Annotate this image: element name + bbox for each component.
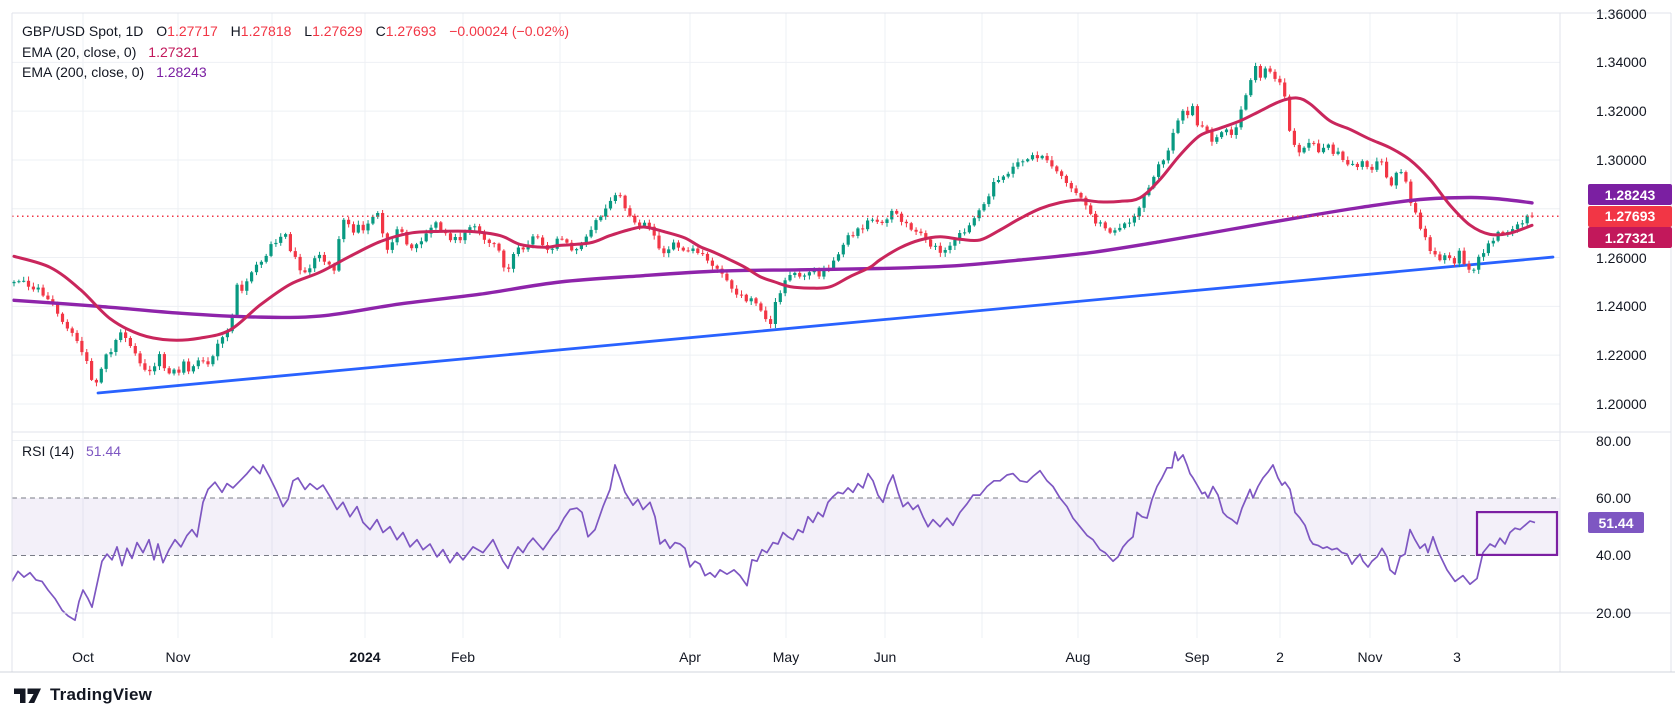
rsi-axis-label: 20.00 — [1596, 604, 1632, 621]
ema20-price-badge: 1.27321 — [1588, 227, 1672, 249]
time-axis-label: Nov — [165, 649, 191, 665]
ema20-line — [12, 96, 1534, 342]
trendline — [96, 255, 1555, 395]
high-value: 1.27818 — [240, 23, 292, 39]
rsi-legend-row[interactable]: RSI (14) 51.44 — [22, 443, 121, 459]
ema200-price-badge: 1.28243 — [1588, 184, 1672, 206]
time-axis-label: May — [772, 649, 800, 665]
time-axis-label: Feb — [450, 649, 476, 665]
time-axis-label: Jun — [873, 649, 897, 665]
time-axis-label: Sep — [1184, 649, 1210, 665]
footer: TradingView — [14, 672, 152, 718]
open-value: 1.27717 — [167, 23, 218, 39]
ema200-legend-row[interactable]: EMA (200, close, 0) 1.28243 — [22, 62, 569, 83]
change-value: −0.00024 (−0.02%) — [449, 23, 570, 39]
time-axis-label: 2024 — [349, 649, 381, 665]
symbol-legend-row[interactable]: GBP/USD Spot, 1D O1.27717 H1.27818 L1.27… — [22, 21, 569, 42]
tradingview-chart: GBP/USD Spot, 1D O1.27717 H1.27818 L1.27… — [0, 0, 1675, 718]
last-price-badge: 1.27693 — [1588, 205, 1672, 227]
rsi-axis-label: 60.00 — [1596, 490, 1632, 506]
low-label: L — [304, 23, 313, 39]
time-axis-label: Oct — [72, 649, 94, 665]
rsi-value: 51.44 — [86, 443, 122, 459]
ema200-value: 1.28243 — [156, 64, 207, 80]
chart-legend: GBP/USD Spot, 1D O1.27717 H1.27818 L1.27… — [22, 21, 569, 83]
ema20-legend-row[interactable]: EMA (20, close, 0) 1.27321 — [22, 42, 569, 63]
symbol-title: GBP/USD Spot, 1D — [22, 23, 144, 39]
rsi-axis-label: 80.00 — [1596, 432, 1632, 449]
ema20-value: 1.27321 — [148, 43, 199, 60]
rsi-label: RSI (14) — [22, 443, 75, 459]
price-axis-label: 1.20000 — [1596, 395, 1647, 412]
ema200-label: EMA (200, close, 0) — [22, 64, 145, 80]
price-axis-label: 1.22000 — [1596, 347, 1647, 364]
chart-canvas[interactable] — [0, 0, 1675, 718]
rsi-value-badge: 51.44 — [1588, 512, 1644, 534]
tradingview-brand-text[interactable]: TradingView — [50, 685, 152, 705]
price-axis-label: 1.24000 — [1596, 298, 1647, 315]
price-axis-label: 1.36000 — [1596, 5, 1647, 22]
price-axis-label: 1.30000 — [1596, 151, 1647, 168]
tradingview-logo-icon[interactable] — [14, 686, 41, 705]
time-axis-label: Aug — [1065, 649, 1091, 665]
ema20-label: EMA (20, close, 0) — [22, 43, 137, 60]
high-label: H — [230, 23, 241, 39]
price-axis-label: 1.26000 — [1596, 249, 1647, 266]
time-axis-label: Apr — [679, 649, 701, 665]
time-axis-label: Nov — [1357, 649, 1383, 665]
price-axis-label: 1.34000 — [1596, 54, 1647, 71]
close-value: 1.27693 — [385, 23, 437, 39]
time-axis-label: 3 — [1453, 649, 1461, 665]
open-label: O — [156, 23, 168, 39]
close-label: C — [375, 23, 386, 39]
price-axis-label: 1.32000 — [1596, 103, 1647, 120]
low-value: 1.27629 — [312, 23, 363, 39]
time-axis-label: 2 — [1276, 649, 1284, 665]
rsi-axis-label: 40.00 — [1596, 547, 1632, 564]
